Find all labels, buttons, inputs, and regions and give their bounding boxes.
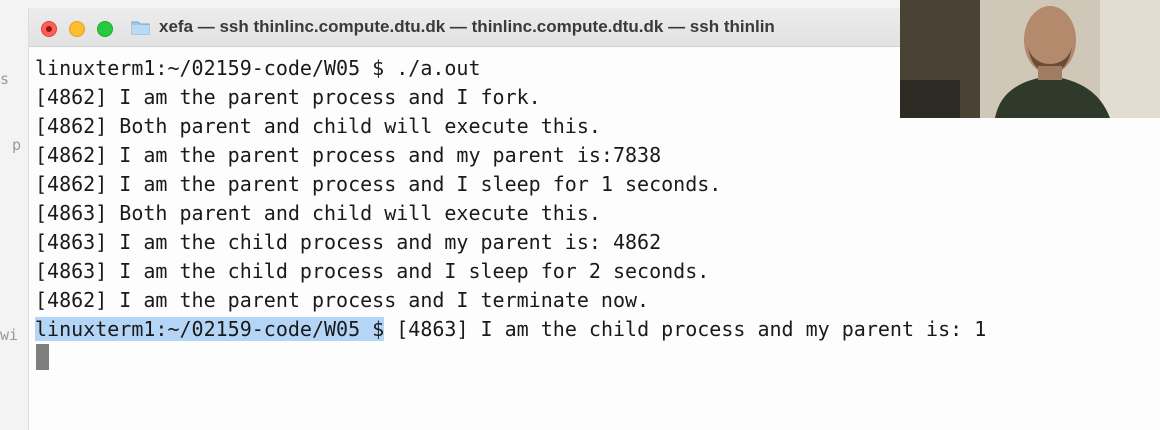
terminal-line: linuxterm1:~/02159-code/W05 $ ./a.out xyxy=(35,56,481,80)
close-button[interactable] xyxy=(41,21,57,37)
presenter-image xyxy=(900,0,1160,118)
edge-text: s xyxy=(0,70,10,88)
webcam-overlay xyxy=(900,0,1160,118)
terminal-line: [4862] I am the parent process and I for… xyxy=(35,85,541,109)
terminal-line: [4863] Both parent and child will execut… xyxy=(35,201,601,225)
terminal-line: [4862] I am the parent process and I sle… xyxy=(35,172,722,196)
child-output: [4863] I am the child process and my par… xyxy=(384,317,987,341)
terminal-line: [4863] I am the child process and I slee… xyxy=(35,259,710,283)
window-title: xefa — ssh thinlinc.compute.dtu.dk — thi… xyxy=(159,17,775,36)
terminal-line: [4862] I am the parent process and my pa… xyxy=(35,143,662,167)
close-icon xyxy=(46,26,52,32)
background-window-edge: s p wi xyxy=(0,0,28,430)
minimize-button[interactable] xyxy=(69,21,85,37)
edge-text: p xyxy=(12,136,22,154)
terminal-cursor xyxy=(36,344,49,370)
terminal-line-last: linuxterm1:~/02159-code/W05 $ [4863] I a… xyxy=(35,315,986,343)
terminal-line: [4862] Both parent and child will execut… xyxy=(35,114,601,138)
terminal-line: [4863] I am the child process and my par… xyxy=(35,230,662,254)
terminal-line: [4862] I am the parent process and I ter… xyxy=(35,288,650,312)
selected-prompt: linuxterm1:~/02159-code/W05 $ xyxy=(35,317,385,341)
folder-icon xyxy=(131,21,150,35)
edge-text: wi xyxy=(0,326,19,344)
maximize-button[interactable] xyxy=(97,21,113,37)
